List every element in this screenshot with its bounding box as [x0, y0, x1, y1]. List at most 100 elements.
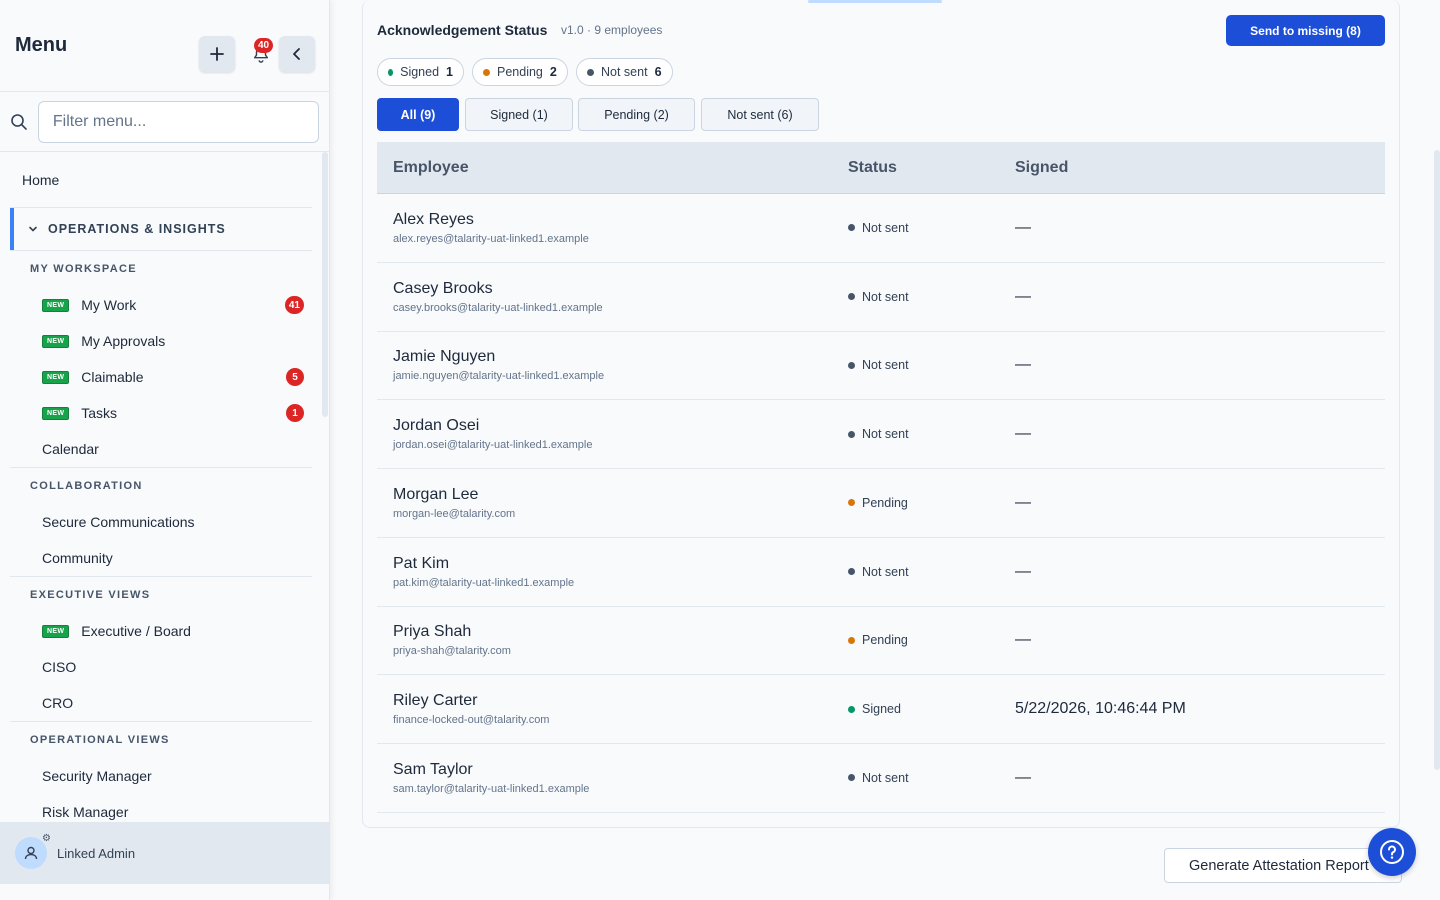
table-row[interactable]: Jamie Nguyen jamie.nguyen@talarity-uat-l… [377, 332, 1385, 401]
employee-email: alex.reyes@talarity-uat-linked1.example [393, 232, 589, 245]
count-badge: 1 [286, 404, 304, 422]
chip-count: 1 [446, 65, 453, 79]
menu-search-bar [0, 92, 329, 152]
status-label: Not sent [862, 427, 909, 442]
column-header-signed[interactable]: Signed [999, 159, 1385, 177]
add-button[interactable] [199, 36, 235, 72]
status-badge: Not sent [848, 771, 999, 785]
sidebar-item-label: Tasks [81, 405, 118, 421]
sidebar-item-my-work[interactable]: NEW My Work 41 [0, 287, 330, 323]
employee-email: morgan-lee@talarity.com [393, 507, 516, 520]
avatar: ⚙ [15, 833, 51, 869]
sidebar-item-community[interactable]: Community [0, 540, 330, 576]
user-profile[interactable]: ⚙ Linked Admin [0, 822, 330, 884]
table-header: Employee Status Signed [377, 142, 1385, 194]
status-label: Not sent [862, 564, 909, 579]
chip-signed[interactable]: Signed 1 [377, 58, 464, 86]
tab-pending[interactable]: Pending (2) [578, 98, 695, 131]
tab-not-sent[interactable]: Not sent (6) [701, 98, 819, 131]
page-scrollbar[interactable] [1434, 150, 1440, 770]
sidebar-item-executive-board[interactable]: NEW Executive / Board [0, 613, 330, 649]
table-row[interactable]: Pat Kim pat.kim@talarity-uat-linked1.exa… [377, 538, 1385, 607]
plus-icon [210, 47, 224, 61]
table-row[interactable]: Morgan Lee morgan-lee@talarity.com Pendi… [377, 469, 1385, 538]
signed-cell: — [999, 494, 1385, 512]
sidebar-item-label: Security Manager [42, 768, 152, 784]
status-dot-icon [848, 774, 855, 782]
count-badge: 5 [286, 368, 304, 386]
tab-all[interactable]: All (9) [377, 98, 459, 131]
nav-home[interactable]: Home [0, 152, 330, 207]
signed-cell: — [999, 356, 1385, 374]
sidebar-item-secure-communications[interactable]: Secure Communications [0, 504, 330, 540]
sidebar-scrollbar[interactable] [322, 152, 328, 417]
user-name: Linked Admin [57, 845, 136, 861]
tab-signed[interactable]: Signed (1) [465, 98, 573, 131]
column-header-employee[interactable]: Employee [377, 159, 832, 177]
sidebar-item-ciso[interactable]: CISO [0, 649, 330, 685]
status-cell: Not sent [832, 358, 999, 372]
status-label: Not sent [862, 770, 909, 785]
chip-pending[interactable]: Pending 2 [472, 58, 568, 86]
table-row[interactable]: Jordan Osei jordan.osei@talarity-uat-lin… [377, 400, 1385, 469]
status-cell: Pending [832, 633, 999, 647]
signed-value: — [1015, 768, 1031, 786]
status-cell: Not sent [832, 290, 999, 304]
sidebar-item-risk-manager[interactable]: Risk Manager [0, 794, 330, 822]
sidebar-item-my-approvals[interactable]: NEW My Approvals [0, 323, 330, 359]
sidebar-nav: Home OPERATIONS & INSIGHTS MY WORKSPACE N… [0, 152, 330, 822]
generate-attestation-report-button[interactable]: Generate Attestation Report [1164, 848, 1402, 883]
sidebar-item-calendar[interactable]: Calendar [0, 431, 330, 467]
employee-name: Morgan Lee [393, 485, 479, 503]
employee-cell: Casey Brooks casey.brooks@talarity-uat-l… [377, 280, 832, 314]
signed-cell: — [999, 288, 1385, 306]
sidebar-item-tasks[interactable]: NEW Tasks 1 [0, 395, 330, 431]
section-operations-insights[interactable]: OPERATIONS & INSIGHTS [10, 208, 330, 250]
send-to-missing-button[interactable]: Send to missing (8) [1226, 15, 1385, 46]
employee-name: Jamie Nguyen [393, 348, 496, 366]
nav-group-title: OPERATIONAL VIEWS [30, 734, 170, 746]
gear-icon: ⚙ [42, 833, 51, 844]
chip-label: Not sent [601, 65, 648, 79]
employee-email: jamie.nguyen@talarity-uat-linked1.exampl… [393, 370, 605, 383]
employee-cell: Sam Taylor sam.taylor@talarity-uat-linke… [377, 761, 832, 795]
signed-value: — [1015, 562, 1031, 580]
sidebar-item-label: Secure Communications [42, 514, 195, 530]
sidebar-item-label: CRO [42, 695, 74, 711]
signed-value: — [1015, 493, 1031, 511]
employee-name: Priya Shah [393, 623, 472, 641]
chip-not-sent[interactable]: Not sent 6 [576, 58, 673, 86]
sidebar-item-security-manager[interactable]: Security Manager [0, 758, 330, 794]
signed-value: — [1015, 425, 1031, 443]
sidebar-item-claimable[interactable]: NEW Claimable 5 [0, 359, 330, 395]
signed-dot-icon [388, 68, 394, 76]
sidebar-item-cro[interactable]: CRO [0, 685, 330, 721]
sidebar-item-label: Claimable [81, 369, 144, 385]
employee-cell: Riley Carter finance-locked-out@talarity… [377, 692, 832, 726]
signed-cell: — [999, 563, 1385, 581]
employee-name: Sam Taylor [393, 760, 473, 778]
sidebar-item-label: CISO [42, 659, 77, 675]
table-row[interactable]: Priya Shah priya-shah@talarity.com Pendi… [377, 607, 1385, 676]
sidebar-item-label: My Approvals [81, 333, 166, 349]
employee-email: finance-locked-out@talarity.com [393, 714, 550, 727]
table-row[interactable]: Riley Carter finance-locked-out@talarity… [377, 675, 1385, 744]
table-row[interactable]: Sam Taylor sam.taylor@talarity-uat-linke… [377, 744, 1385, 813]
collapse-sidebar-button[interactable] [279, 36, 315, 72]
menu-filter-input[interactable] [37, 100, 319, 143]
help-button[interactable] [1368, 828, 1416, 876]
table-row[interactable]: Casey Brooks casey.brooks@talarity-uat-l… [377, 263, 1385, 332]
search-icon [10, 113, 38, 131]
column-header-status[interactable]: Status [832, 159, 999, 177]
nav-group-title: EXECUTIVE VIEWS [30, 589, 151, 601]
employee-cell: Alex Reyes alex.reyes@talarity-uat-linke… [377, 211, 832, 245]
signed-cell: — [999, 219, 1385, 237]
table-row[interactable]: Alex Reyes alex.reyes@talarity-uat-linke… [377, 194, 1385, 263]
status-label: Not sent [862, 358, 909, 373]
employee-name: Pat Kim [393, 554, 450, 572]
employee-table: Employee Status Signed Alex Reyes alex.r… [377, 142, 1385, 813]
status-badge: Not sent [848, 221, 999, 235]
chevron-down-icon [28, 224, 38, 234]
employee-email: priya-shah@talarity.com [393, 645, 511, 658]
help-icon [1380, 840, 1404, 864]
